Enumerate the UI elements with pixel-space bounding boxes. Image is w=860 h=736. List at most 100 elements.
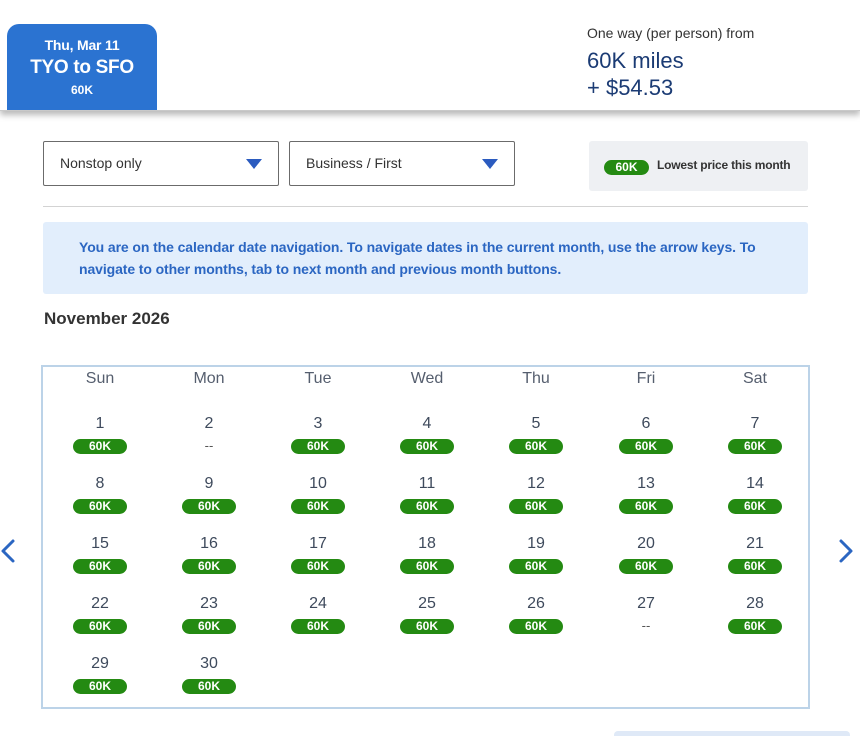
day-price-pill: 60K: [509, 439, 563, 454]
weekday-header: Mon: [193, 370, 225, 387]
calendar-day[interactable]: 8 60K: [45, 474, 155, 530]
day-price-slot: 60K: [700, 557, 810, 574]
day-number: 7: [750, 415, 760, 432]
calendar-day[interactable]: 19 60K: [481, 534, 591, 590]
day-price-slot: 60K: [263, 497, 373, 514]
day-price-pill: 60K: [619, 499, 673, 514]
calendar-day[interactable]: 27 --: [591, 594, 701, 650]
day-price-slot: 60K: [481, 557, 591, 574]
day-price-pill: 60K: [291, 559, 345, 574]
selected-date: Thu, Mar 11: [44, 37, 120, 53]
day-price-slot: 60K: [481, 437, 591, 454]
chevron-left-icon: [1, 539, 15, 563]
day-price-slot: 60K: [45, 437, 155, 454]
calendar-day[interactable]: 18 60K: [372, 534, 482, 590]
weekday-header: Sat: [742, 370, 767, 387]
calendar-day[interactable]: 3 60K: [263, 414, 373, 470]
next-month-button[interactable]: [838, 538, 854, 564]
day-price-slot: 60K: [700, 437, 810, 454]
selected-date-tab[interactable]: Thu, Mar 11 TYO to SFO 60K: [7, 24, 157, 111]
day-price-pill: 60K: [619, 559, 673, 574]
calendar-day[interactable]: 7 60K: [700, 414, 810, 470]
calendar-day[interactable]: 24 60K: [263, 594, 373, 650]
day-price-slot: 60K: [372, 557, 482, 574]
calendar-day[interactable]: 26 60K: [481, 594, 591, 650]
weekday-header: Thu: [522, 370, 550, 387]
fare-label: One way (per person) from: [587, 25, 755, 41]
selected-price: 60K: [70, 83, 93, 97]
stops-select-value: Nonstop only: [60, 155, 142, 171]
fare-header: Thu, Mar 11 TYO to SFO 60K One way (per …: [0, 0, 860, 111]
cabin-select-value: Business / First: [306, 155, 402, 171]
day-price-slot: --: [154, 437, 264, 453]
calendar-day[interactable]: 20 60K: [591, 534, 701, 590]
calendar-day[interactable]: 1 60K: [45, 414, 155, 470]
day-price-slot: 60K: [45, 557, 155, 574]
day-price-pill: 60K: [728, 439, 782, 454]
weekday-header: Sun: [85, 370, 115, 387]
day-price-slot: 60K: [700, 497, 810, 514]
month-title: November 2026: [44, 309, 170, 328]
day-number: 6: [641, 415, 651, 432]
calendar-day[interactable]: 4 60K: [372, 414, 482, 470]
day-price-slot: 60K: [263, 617, 373, 634]
calendar-day[interactable]: 12 60K: [481, 474, 591, 530]
day-price-slot: 60K: [700, 617, 810, 634]
day-number: 30: [200, 655, 218, 672]
day-price-pill: 60K: [73, 679, 127, 694]
weekday-header: Tue: [304, 370, 332, 387]
day-price-slot: 60K: [372, 617, 482, 634]
previous-month-button[interactable]: [0, 538, 16, 564]
day-price-slot: 60K: [45, 497, 155, 514]
day-number: 11: [418, 475, 436, 492]
day-number: 25: [418, 595, 436, 612]
day-number: 24: [309, 595, 327, 612]
calendar-grid: Sun Mon Tue Wed Thu Fri Sat 1 60K 2 -- 3 60K 4…: [41, 365, 810, 709]
day-price-pill: 60K: [182, 679, 236, 694]
calendar-day[interactable]: 25 60K: [372, 594, 482, 650]
calendar-navigation-notice: You are on the calendar date navigation.…: [43, 222, 808, 294]
cabin-select[interactable]: Business / First: [289, 141, 515, 186]
calendar-day[interactable]: 5 60K: [481, 414, 591, 470]
calendar-day[interactable]: 29 60K: [45, 654, 155, 710]
day-number: 3: [313, 415, 323, 432]
day-number: 13: [637, 475, 655, 492]
day-price-slot: 60K: [481, 497, 591, 514]
calendar-day[interactable]: 9 60K: [154, 474, 264, 530]
calendar-day[interactable]: 6 60K: [591, 414, 701, 470]
day-price-pill: 60K: [291, 439, 345, 454]
stops-select[interactable]: Nonstop only: [43, 141, 279, 186]
day-price-pill: 60K: [509, 499, 563, 514]
day-number: 19: [527, 535, 545, 552]
calendar-day[interactable]: 22 60K: [45, 594, 155, 650]
fare-summary: One way (per person) from 60K miles + $5…: [587, 25, 754, 101]
calendar-day[interactable]: 23 60K: [154, 594, 264, 650]
weekday-header: Fri: [636, 370, 656, 387]
calendar-day[interactable]: 21 60K: [700, 534, 810, 590]
day-price-slot: --: [591, 617, 701, 633]
day-price-slot: 60K: [263, 437, 373, 454]
continue-button[interactable]: [614, 731, 850, 736]
day-price-pill: 60K: [182, 619, 236, 634]
day-number: 28: [746, 595, 764, 612]
day-price-pill: 60K: [73, 439, 127, 454]
calendar-day[interactable]: 17 60K: [263, 534, 373, 590]
calendar-day[interactable]: 14 60K: [700, 474, 810, 530]
day-price-slot: 60K: [591, 497, 701, 514]
calendar-day[interactable]: 28 60K: [700, 594, 810, 650]
day-price-pill: 60K: [73, 619, 127, 634]
calendar-day[interactable]: 16 60K: [154, 534, 264, 590]
calendar-day[interactable]: 15 60K: [45, 534, 155, 590]
day-price-pill: 60K: [182, 499, 236, 514]
caret-down-icon: [246, 159, 262, 169]
calendar-day[interactable]: 11 60K: [372, 474, 482, 530]
calendar-day[interactable]: 10 60K: [263, 474, 373, 530]
day-price-pill: 60K: [509, 559, 563, 574]
calendar-day[interactable]: 13 60K: [591, 474, 701, 530]
day-number: 1: [95, 415, 105, 432]
day-price-slot: 60K: [154, 617, 264, 634]
calendar-day[interactable]: 2 --: [154, 414, 264, 470]
calendar-day[interactable]: 30 60K: [154, 654, 264, 710]
day-price-pill: 60K: [400, 439, 454, 454]
day-price-slot: 60K: [263, 557, 373, 574]
